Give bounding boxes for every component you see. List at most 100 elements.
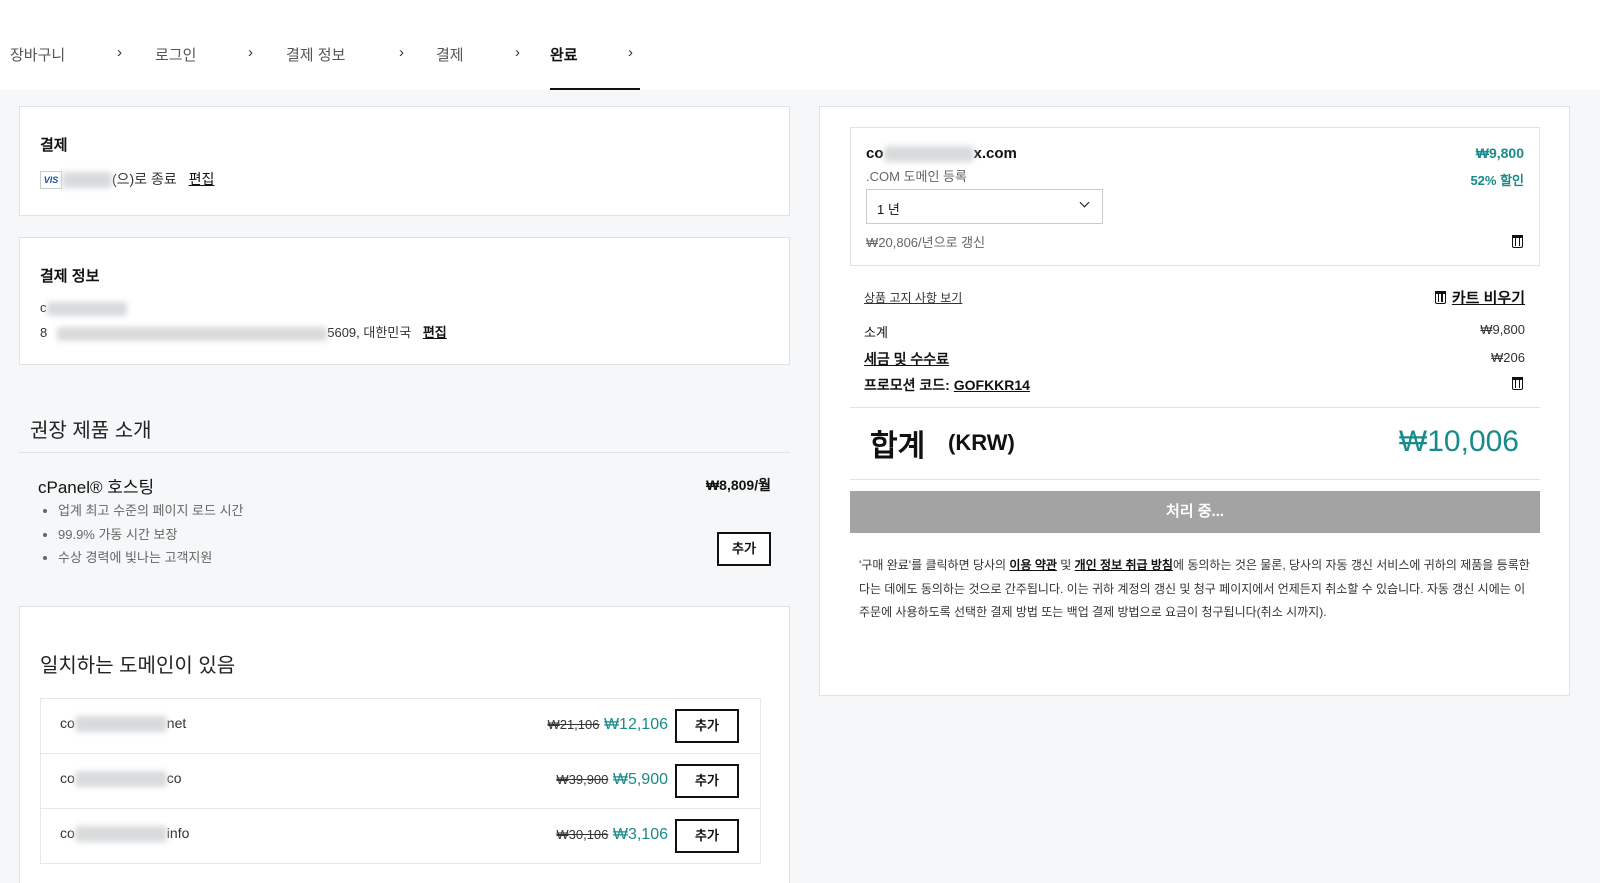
sale-price: ₩5,900 bbox=[612, 771, 668, 788]
checkout-breadcrumb: 장바구니 › 로그인 › 결제 정보 › 결제 › 완료 › bbox=[0, 0, 1600, 90]
trash-icon bbox=[1434, 291, 1446, 304]
redacted-domain bbox=[74, 716, 167, 733]
old-price: ₩21,106 bbox=[547, 717, 600, 732]
breadcrumb-step-complete[interactable]: 완료 bbox=[550, 44, 640, 90]
trash-icon[interactable] bbox=[1512, 235, 1523, 248]
redacted-card-number bbox=[62, 172, 112, 189]
domain-price: ₩39,900 ₩5,900 bbox=[556, 771, 668, 789]
chevron-right-icon: › bbox=[117, 44, 122, 61]
redacted-name bbox=[46, 301, 127, 316]
domain-suffix: x.com bbox=[973, 145, 1017, 162]
redacted-address bbox=[57, 326, 328, 341]
matching-domains-title: 일치하는 도메인이 있음 bbox=[40, 655, 236, 677]
domain-prefix: co bbox=[60, 715, 75, 731]
tax-fees-link[interactable]: 세금 및 수수료 bbox=[864, 349, 949, 369]
add-hosting-button[interactable]: 추가 bbox=[717, 532, 771, 566]
chevron-right-icon: › bbox=[628, 44, 633, 61]
sale-price: ₩3,106 bbox=[612, 826, 668, 843]
cart-item: co x.com .COM 도메인 등록 ₩9,800 52% 할인 1 년 ₩2… bbox=[850, 127, 1540, 266]
chevron-right-icon: › bbox=[515, 44, 520, 61]
feature-item: 업계 최고 수준의 페이지 로드 시간 bbox=[58, 499, 244, 523]
tax-fees-value: ₩206 bbox=[1491, 350, 1525, 365]
divider bbox=[850, 407, 1540, 408]
cart-item-price: ₩9,800 bbox=[1475, 145, 1524, 161]
billing-address: 8 5609, 대한민국 편집 bbox=[40, 322, 447, 341]
billing-name-prefix: c bbox=[40, 300, 47, 315]
payment-section: 결제 VIS (으)로 종료 편집 bbox=[19, 106, 790, 216]
domain-row: co info ₩30,106 ₩3,106 추가 bbox=[40, 808, 761, 864]
domain-prefix: co bbox=[60, 770, 75, 786]
chevron-right-icon: › bbox=[399, 44, 404, 61]
redacted-domain bbox=[883, 146, 974, 163]
billing-title: 결제 정보 bbox=[40, 268, 100, 285]
cart-item-domain: co x.com bbox=[866, 145, 1017, 163]
domain-row: co net ₩21,106 ₩12,106 추가 bbox=[40, 698, 761, 754]
divider bbox=[850, 479, 1540, 480]
billing-section: 결제 정보 c 8 5609, 대한민국 편집 bbox=[19, 237, 790, 365]
redacted-domain bbox=[74, 826, 167, 843]
add-domain-button[interactable]: 추가 bbox=[675, 709, 739, 743]
legal-notice: '구매 완료'를 클릭하면 당사의 이용 약관 및 개인 정보 취급 방침에 동… bbox=[859, 554, 1531, 625]
breadcrumb-step-payment[interactable]: 결제 bbox=[436, 44, 464, 90]
breadcrumb-step-billing[interactable]: 결제 정보 bbox=[286, 44, 345, 90]
payment-method: VIS (으)로 종료 편집 bbox=[40, 169, 215, 190]
redacted-domain bbox=[74, 771, 167, 788]
privacy-link[interactable]: 개인 정보 취급 방침 bbox=[1075, 558, 1173, 572]
billing-address-suffix: 5609, 대한민국 bbox=[327, 325, 412, 340]
cart-item-discount: 52% 할인 bbox=[1470, 173, 1524, 188]
domain-price: ₩30,106 ₩3,106 bbox=[556, 826, 668, 844]
domain-name: co net bbox=[60, 715, 187, 733]
domain-row: co co ₩39,900 ₩5,900 추가 bbox=[40, 753, 761, 809]
total-label: 합계 bbox=[870, 430, 926, 463]
domain-suffix: co bbox=[166, 770, 182, 786]
product-features: 업계 최고 수준의 페이지 로드 시간 99.9% 가동 시간 보장 수상 경력… bbox=[58, 499, 244, 570]
add-domain-button[interactable]: 추가 bbox=[675, 819, 739, 853]
add-domain-button[interactable]: 추가 bbox=[675, 764, 739, 798]
billing-address-prefix: 8 bbox=[40, 325, 48, 340]
domain-prefix: co bbox=[866, 145, 884, 162]
terms-link[interactable]: 이용 약관 bbox=[1009, 558, 1057, 572]
old-price: ₩39,900 bbox=[556, 772, 609, 787]
domain-suffix: info bbox=[166, 825, 190, 841]
matching-domains-section: 일치하는 도메인이 있음 co net ₩21,106 ₩12,106 추가 co… bbox=[19, 606, 790, 883]
breadcrumb-step-login[interactable]: 로그인 bbox=[155, 44, 196, 90]
payment-method-text: (으)로 종료 bbox=[112, 171, 177, 187]
sale-price: ₩12,106 bbox=[603, 716, 668, 733]
legal-text: 및 bbox=[1056, 558, 1075, 572]
breadcrumb-step-cart[interactable]: 장바구니 bbox=[10, 44, 65, 90]
feature-item: 99.9% 가동 시간 보장 bbox=[58, 523, 244, 547]
domain-name: co info bbox=[60, 825, 190, 843]
cart-item-renewal: ₩20,806/년으로 갱신 bbox=[866, 235, 986, 250]
promo-code-value[interactable]: GOFKKR14 bbox=[954, 377, 1030, 393]
empty-cart-label: 카트 비우기 bbox=[1451, 290, 1525, 307]
domain-prefix: co bbox=[60, 825, 75, 841]
product-notice-link[interactable]: 상품 고지 사항 보기 bbox=[864, 289, 962, 306]
product-price: ₩8,809/월 bbox=[705, 477, 771, 493]
cart-item-subtitle: .COM 도메인 등록 bbox=[866, 169, 967, 184]
payment-edit-link[interactable]: 편집 bbox=[189, 171, 215, 187]
total-value: ₩10,006 bbox=[1398, 425, 1519, 458]
domain-price: ₩21,106 ₩12,106 bbox=[547, 716, 668, 734]
subtotal-value: ₩9,800 bbox=[1480, 322, 1525, 337]
promo-code: 프로모션 코드: GOFKKR14 bbox=[864, 375, 1030, 395]
product-name: cPanel® 호스팅 bbox=[38, 478, 155, 497]
old-price: ₩30,106 bbox=[556, 827, 609, 842]
subtotal-label: 소계 bbox=[864, 325, 888, 340]
recommended-title: 권장 제품 소개 bbox=[30, 420, 152, 442]
visa-card-icon: VIS bbox=[40, 171, 62, 190]
empty-cart-button[interactable]: 카트 비우기 bbox=[1434, 287, 1525, 308]
billing-edit-link[interactable]: 편집 bbox=[423, 325, 447, 340]
legal-text: '구매 완료'를 클릭하면 당사의 bbox=[859, 558, 1010, 572]
domain-suffix: net bbox=[166, 715, 187, 731]
promo-label: 프로모션 코드: bbox=[864, 377, 954, 393]
term-select[interactable]: 1 년 bbox=[866, 189, 1103, 224]
processing-button[interactable]: 처리 중... bbox=[850, 491, 1540, 533]
trash-icon[interactable] bbox=[1512, 377, 1523, 390]
billing-name: c bbox=[40, 300, 127, 316]
chevron-down-icon bbox=[1079, 197, 1090, 208]
domain-name: co co bbox=[60, 770, 182, 788]
term-select-value: 1 년 bbox=[877, 202, 900, 217]
payment-title: 결제 bbox=[40, 137, 68, 154]
order-summary: co x.com .COM 도메인 등록 ₩9,800 52% 할인 1 년 ₩2… bbox=[819, 106, 1570, 696]
divider bbox=[19, 452, 790, 453]
